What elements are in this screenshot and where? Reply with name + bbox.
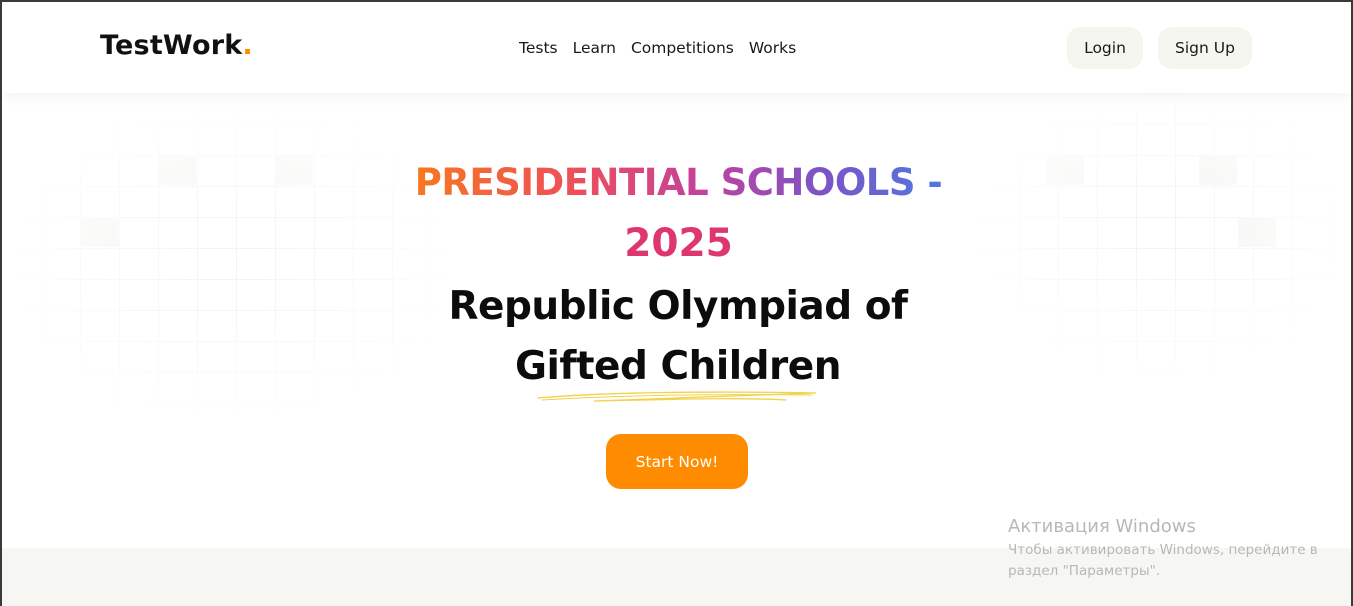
watermark-text: Чтобы активировать Windows, перейдите в … xyxy=(1008,542,1318,579)
nav-link-learn[interactable]: Learn xyxy=(573,39,616,57)
nav-link-works[interactable]: Works xyxy=(749,39,796,57)
start-now-button[interactable]: Start Now! xyxy=(606,434,748,489)
logo[interactable]: TestWork. xyxy=(100,30,253,61)
hero-year: 2025 xyxy=(624,221,733,266)
hero-title: PRESIDENTIAL SCHOOLS - xyxy=(2,161,1351,204)
watermark-title: Активация Windows xyxy=(1008,516,1196,537)
main-nav: Tests Learn Competitions Works xyxy=(519,39,796,57)
scribble-underline-decoration xyxy=(537,391,817,402)
signup-button[interactable]: Sign Up xyxy=(1158,27,1252,69)
site-header: TestWork. Tests Learn Competitions Works… xyxy=(2,2,1351,93)
logo-text: TestWork xyxy=(100,30,243,61)
hero-subtitle: Republic Olympiad of Gifted Children xyxy=(448,284,908,389)
logo-dot: . xyxy=(242,30,253,61)
nav-link-competitions[interactable]: Competitions xyxy=(631,39,734,57)
nav-link-tests[interactable]: Tests xyxy=(519,39,558,57)
hero-section: PRESIDENTIAL SCHOOLS - 2025 Republic Oly… xyxy=(2,93,1351,548)
browser-viewport: TestWork. Tests Learn Competitions Works… xyxy=(0,0,1353,606)
hero-title-text: PRESIDENTIAL SCHOOLS - xyxy=(414,161,943,204)
windows-activation-watermark: Активация Windows Чтобы активировать Win… xyxy=(1008,516,1328,582)
login-button[interactable]: Login xyxy=(1067,27,1143,69)
